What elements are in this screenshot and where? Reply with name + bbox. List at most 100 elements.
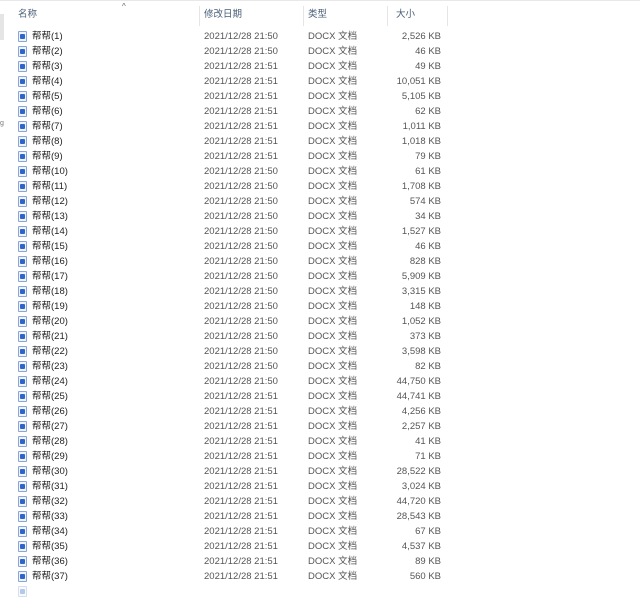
- file-modified-date: 2021/12/28 21:51: [204, 421, 278, 432]
- file-row[interactable]: 帮帮(23) 2021/12/28 21:50 DOCX 文档 82 KB: [0, 359, 640, 374]
- column-header-size-label: 大小: [396, 9, 416, 20]
- file-row[interactable]: 帮帮(10) 2021/12/28 21:50 DOCX 文档 61 KB: [0, 164, 640, 179]
- file-size: 1,011 KB: [402, 121, 441, 132]
- file-row[interactable]: 帮帮(37) 2021/12/28 21:51 DOCX 文档 560 KB: [0, 569, 640, 584]
- file-size: 44,750 KB: [396, 376, 441, 387]
- file-row[interactable]: 帮帮(29) 2021/12/28 21:51 DOCX 文档 71 KB: [0, 449, 640, 464]
- file-row[interactable]: 帮帮(30) 2021/12/28 21:51 DOCX 文档 28,522 KB: [0, 464, 640, 479]
- column-header-name[interactable]: 名称 ^: [18, 2, 200, 27]
- docx-file-icon: [18, 361, 27, 372]
- column-header-size[interactable]: 大小: [396, 3, 448, 27]
- file-row[interactable]: 帮帮(17) 2021/12/28 21:50 DOCX 文档 5,909 KB: [0, 269, 640, 284]
- column-resize-handle[interactable]: [303, 6, 304, 26]
- file-modified-date: 2021/12/28 21:51: [204, 571, 278, 582]
- file-row[interactable]: 帮帮(11) 2021/12/28 21:50 DOCX 文档 1,708 KB: [0, 179, 640, 194]
- file-row[interactable]: 帮帮(20) 2021/12/28 21:50 DOCX 文档 1,052 KB: [0, 314, 640, 329]
- file-type: DOCX 文档: [308, 151, 358, 162]
- docx-file-icon: [18, 226, 27, 237]
- docx-file-icon: [18, 46, 27, 57]
- file-modified-date: 2021/12/28 21:50: [204, 46, 278, 57]
- file-row[interactable]: 帮帮(32) 2021/12/28 21:51 DOCX 文档 44,720 KB: [0, 494, 640, 509]
- file-modified-date: 2021/12/28 21:50: [204, 166, 278, 177]
- file-row-partial[interactable]: [0, 584, 640, 599]
- file-row[interactable]: 帮帮(35) 2021/12/28 21:51 DOCX 文档 4,537 KB: [0, 539, 640, 554]
- file-modified-date: 2021/12/28 21:50: [204, 241, 278, 252]
- file-row[interactable]: 帮帮(24) 2021/12/28 21:50 DOCX 文档 44,750 KB: [0, 374, 640, 389]
- file-type: DOCX 文档: [308, 571, 358, 582]
- file-row[interactable]: 帮帮(33) 2021/12/28 21:51 DOCX 文档 28,543 KB: [0, 509, 640, 524]
- file-modified-date: 2021/12/28 21:50: [204, 361, 278, 372]
- file-size: 560 KB: [409, 571, 441, 582]
- docx-file-icon: [18, 541, 27, 552]
- file-row[interactable]: 帮帮(2) 2021/12/28 21:50 DOCX 文档 46 KB: [0, 44, 640, 59]
- file-type: DOCX 文档: [308, 436, 358, 447]
- file-row[interactable]: 帮帮(36) 2021/12/28 21:51 DOCX 文档 89 KB: [0, 554, 640, 569]
- file-row[interactable]: 帮帮(4) 2021/12/28 21:51 DOCX 文档 10,051 KB: [0, 74, 640, 89]
- column-resize-handle[interactable]: [199, 6, 200, 26]
- file-size: 3,598 KB: [401, 346, 441, 357]
- file-modified-date: 2021/12/28 21:50: [204, 301, 278, 312]
- file-row[interactable]: 帮帮(8) 2021/12/28 21:51 DOCX 文档 1,018 KB: [0, 134, 640, 149]
- window-top-border: [0, 0, 640, 1]
- file-row[interactable]: 帮帮(13) 2021/12/28 21:50 DOCX 文档 34 KB: [0, 209, 640, 224]
- file-row[interactable]: 帮帮(1) 2021/12/28 21:50 DOCX 文档 2,526 KB: [0, 29, 640, 44]
- file-row[interactable]: 帮帮(7) 2021/12/28 21:51 DOCX 文档 1,011 KB: [0, 119, 640, 134]
- file-size: 41 KB: [415, 436, 441, 447]
- file-row[interactable]: 帮帮(3) 2021/12/28 21:51 DOCX 文档 49 KB: [0, 59, 640, 74]
- file-row[interactable]: 帮帮(18) 2021/12/28 21:50 DOCX 文档 3,315 KB: [0, 284, 640, 299]
- file-row[interactable]: 帮帮(12) 2021/12/28 21:50 DOCX 文档 574 KB: [0, 194, 640, 209]
- file-type: DOCX 文档: [308, 31, 358, 42]
- file-name: 帮帮(18): [32, 286, 68, 297]
- docx-file-icon: [18, 121, 27, 132]
- file-row[interactable]: 帮帮(9) 2021/12/28 21:51 DOCX 文档 79 KB: [0, 149, 640, 164]
- file-row[interactable]: 帮帮(21) 2021/12/28 21:50 DOCX 文档 373 KB: [0, 329, 640, 344]
- file-size: 34 KB: [415, 211, 441, 222]
- file-row[interactable]: 帮帮(19) 2021/12/28 21:50 DOCX 文档 148 KB: [0, 299, 640, 314]
- column-header-modified[interactable]: 修改日期: [204, 3, 304, 27]
- file-name: 帮帮(12): [32, 196, 68, 207]
- column-header-type[interactable]: 类型: [308, 3, 388, 27]
- file-modified-date: 2021/12/28 21:51: [204, 436, 278, 447]
- file-name: 帮帮(5): [32, 91, 63, 102]
- column-resize-handle[interactable]: [447, 6, 448, 26]
- file-size: 3,315 KB: [401, 286, 441, 297]
- column-resize-handle[interactable]: [387, 6, 388, 26]
- file-name: 帮帮(6): [32, 106, 63, 117]
- file-name: 帮帮(23): [32, 361, 68, 372]
- file-row[interactable]: 帮帮(27) 2021/12/28 21:51 DOCX 文档 2,257 KB: [0, 419, 640, 434]
- file-modified-date: 2021/12/28 21:50: [204, 271, 278, 282]
- file-row[interactable]: 帮帮(25) 2021/12/28 21:51 DOCX 文档 44,741 KB: [0, 389, 640, 404]
- file-name: 帮帮(25): [32, 391, 68, 402]
- file-row[interactable]: 帮帮(34) 2021/12/28 21:51 DOCX 文档 67 KB: [0, 524, 640, 539]
- file-name: 帮帮(36): [32, 556, 68, 567]
- file-size: 79 KB: [415, 151, 441, 162]
- file-row[interactable]: 帮帮(16) 2021/12/28 21:50 DOCX 文档 828 KB: [0, 254, 640, 269]
- file-row[interactable]: 帮帮(14) 2021/12/28 21:50 DOCX 文档 1,527 KB: [0, 224, 640, 239]
- file-size: 373 KB: [409, 331, 441, 342]
- file-row[interactable]: 帮帮(15) 2021/12/28 21:50 DOCX 文档 46 KB: [0, 239, 640, 254]
- file-row[interactable]: 帮帮(6) 2021/12/28 21:51 DOCX 文档 62 KB: [0, 104, 640, 119]
- file-size: 574 KB: [409, 196, 441, 207]
- file-modified-date: 2021/12/28 21:51: [204, 511, 278, 522]
- file-row[interactable]: 帮帮(26) 2021/12/28 21:51 DOCX 文档 4,256 KB: [0, 404, 640, 419]
- file-name: 帮帮(17): [32, 271, 68, 282]
- file-row[interactable]: 帮帮(28) 2021/12/28 21:51 DOCX 文档 41 KB: [0, 434, 640, 449]
- file-size: 46 KB: [415, 46, 441, 57]
- docx-file-icon: [18, 421, 27, 432]
- file-row[interactable]: 帮帮(31) 2021/12/28 21:51 DOCX 文档 3,024 KB: [0, 479, 640, 494]
- file-row[interactable]: 帮帮(22) 2021/12/28 21:50 DOCX 文档 3,598 KB: [0, 344, 640, 359]
- file-size: 2,257 KB: [401, 421, 441, 432]
- file-size: 62 KB: [415, 106, 441, 117]
- docx-file-icon: [18, 331, 27, 342]
- file-modified-date: 2021/12/28 21:51: [204, 121, 278, 132]
- file-size: 61 KB: [415, 166, 441, 177]
- file-type: DOCX 文档: [308, 106, 358, 117]
- docx-file-icon: [18, 511, 27, 522]
- file-row[interactable]: 帮帮(5) 2021/12/28 21:51 DOCX 文档 5,105 KB: [0, 89, 640, 104]
- file-type: DOCX 文档: [308, 451, 358, 462]
- docx-file-icon: [18, 406, 27, 417]
- file-type: DOCX 文档: [308, 256, 358, 267]
- file-size: 82 KB: [415, 361, 441, 372]
- docx-file-icon: [18, 211, 27, 222]
- column-header-name-label: 名称: [18, 9, 38, 20]
